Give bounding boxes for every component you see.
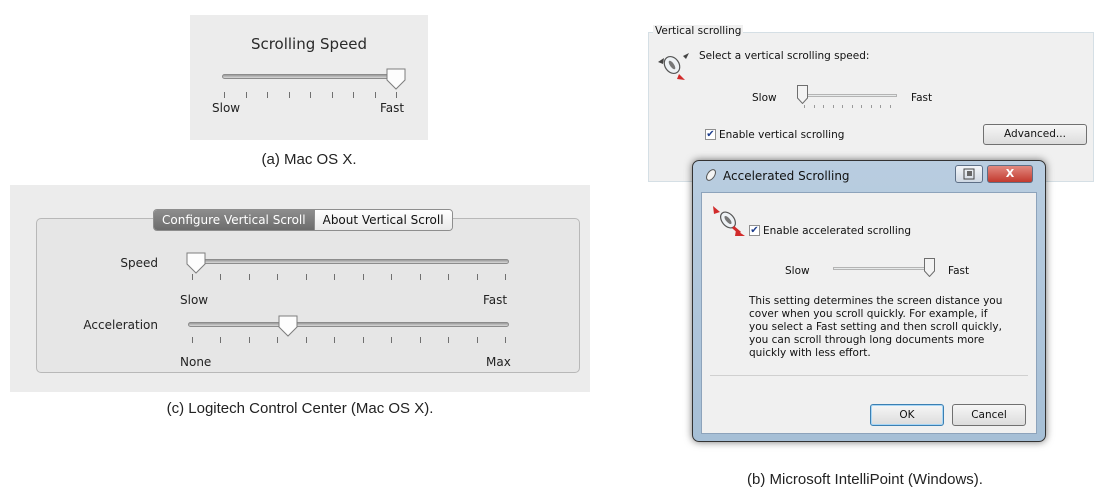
scroll-wheel-icon — [658, 53, 689, 80]
dialog-content: ✔ Enable accelerated scrolling Slow Fast… — [701, 192, 1037, 434]
slider-tick — [288, 92, 290, 98]
slider-tick — [419, 274, 421, 280]
acceleration-label: Acceleration — [83, 318, 158, 332]
accelerated-scroll-icon — [713, 206, 745, 236]
slider-tick — [870, 105, 872, 108]
slider-tick — [305, 337, 307, 343]
enable-vertical-scrolling-checkbox[interactable]: ✔ — [705, 129, 716, 140]
checkmark-icon: ✔ — [706, 129, 715, 140]
vertical-slow-label: Slow — [752, 92, 777, 104]
slider-tick — [248, 274, 250, 280]
acceleration-thumb[interactable] — [278, 315, 298, 337]
slider-tick — [419, 337, 421, 343]
vertical-fast-label: Fast — [911, 92, 933, 104]
scroll-speed-thumb[interactable] — [386, 68, 406, 90]
slider-tick — [220, 274, 222, 280]
accelerated-scrolling-dialog: Accelerated Scrolling X ✔ Enable acceler… — [692, 160, 1046, 442]
accel-thumb[interactable] — [923, 258, 935, 277]
vertical-scrolling-group-label: Vertical scrolling — [653, 25, 744, 37]
slider-tick — [277, 337, 279, 343]
dialog-separator — [710, 375, 1028, 376]
help-icon — [963, 168, 975, 180]
slider-tick — [353, 92, 354, 98]
acceleration-max-label: Max — [486, 355, 511, 369]
slider-tick — [391, 337, 393, 343]
mac-scroll-speed-panel: Scrolling Speed Slow Fast — [190, 15, 428, 140]
tab-about-vertical-scroll[interactable]: About Vertical Scroll — [313, 210, 452, 230]
slider-tick — [396, 92, 397, 98]
checkmark-icon: ✔ — [750, 225, 759, 236]
slider-tick — [476, 337, 478, 343]
slider-tick — [880, 105, 882, 108]
vertical-speed-thumb[interactable] — [796, 85, 808, 104]
slider-tick — [310, 92, 311, 98]
caption-c: (c) Logitech Control Center (Mac OS X). — [166, 400, 434, 417]
slider-tick — [890, 105, 891, 108]
slider-tick — [374, 92, 376, 98]
mouse-icon — [706, 169, 716, 181]
slider-tick — [331, 92, 333, 98]
slider-tick — [851, 105, 853, 108]
scrolling-speed-title: Scrolling Speed — [250, 35, 368, 53]
slider-tick — [305, 274, 307, 280]
tab-configure-vertical-scroll[interactable]: Configure Vertical Scroll — [154, 210, 314, 230]
slider-tick — [813, 105, 815, 108]
slider-tick — [391, 274, 393, 280]
slider-tick — [823, 105, 825, 108]
caption-b: (b) Microsoft IntelliPoint (Windows). — [747, 471, 983, 488]
speed-track[interactable] — [188, 259, 509, 264]
slider-tick — [277, 274, 279, 280]
vertical-speed-prompt: Select a vertical scrolling speed: — [699, 50, 870, 62]
slider-tick — [861, 105, 863, 108]
accel-track[interactable] — [833, 267, 933, 270]
caption-a: (a) Mac OS X. — [261, 151, 357, 168]
slider-tick — [804, 105, 805, 108]
close-button[interactable]: X — [987, 165, 1033, 183]
acceleration-track[interactable] — [188, 322, 509, 327]
slow-label: Slow — [212, 101, 241, 115]
slider-tick — [192, 337, 193, 343]
slider-tick — [362, 337, 364, 343]
speed-fast-label: Fast — [483, 293, 508, 307]
slider-tick — [505, 337, 506, 343]
enable-vertical-scrolling-label: Enable vertical scrolling — [719, 129, 845, 141]
cancel-button[interactable]: Cancel — [952, 404, 1026, 426]
slider-tick — [505, 274, 506, 280]
close-icon: X — [1005, 167, 1015, 180]
speed-thumb[interactable] — [186, 252, 206, 274]
help-button[interactable] — [955, 165, 983, 183]
slider-tick — [334, 337, 336, 343]
scroll-speed-track[interactable] — [222, 74, 398, 79]
slider-tick — [245, 92, 247, 98]
tab-bar: Configure Vertical Scroll About Vertical… — [153, 209, 453, 231]
slider-tick — [842, 105, 844, 108]
slider-tick — [448, 274, 450, 280]
accel-slow-label: Slow — [785, 265, 810, 277]
slider-tick — [448, 337, 450, 343]
ok-button[interactable]: OK — [870, 404, 944, 426]
accel-description: This setting determines the screen dista… — [749, 295, 1003, 359]
slider-tick — [476, 274, 478, 280]
enable-accelerated-scrolling-checkbox[interactable]: ✔ — [749, 225, 760, 236]
acceleration-none-label: None — [180, 355, 212, 369]
speed-slow-label: Slow — [180, 293, 209, 307]
slider-tick — [832, 105, 834, 108]
slider-tick — [362, 274, 364, 280]
enable-accelerated-scrolling-label: Enable accelerated scrolling — [763, 225, 912, 237]
vertical-speed-track[interactable] — [797, 94, 897, 97]
slider-tick — [267, 92, 268, 98]
slider-tick — [224, 92, 225, 98]
slider-tick — [248, 337, 250, 343]
accel-fast-label: Fast — [948, 265, 970, 277]
dialog-title: Accelerated Scrolling — [723, 169, 850, 183]
slider-tick — [334, 274, 336, 280]
advanced-button[interactable]: Advanced... — [983, 124, 1087, 145]
fast-label: Fast — [380, 101, 405, 115]
slider-tick — [220, 337, 222, 343]
logitech-control-center-panel: Configure Vertical Scroll About Vertical… — [10, 185, 590, 392]
slider-tick — [192, 274, 193, 280]
speed-label: Speed — [120, 256, 158, 270]
